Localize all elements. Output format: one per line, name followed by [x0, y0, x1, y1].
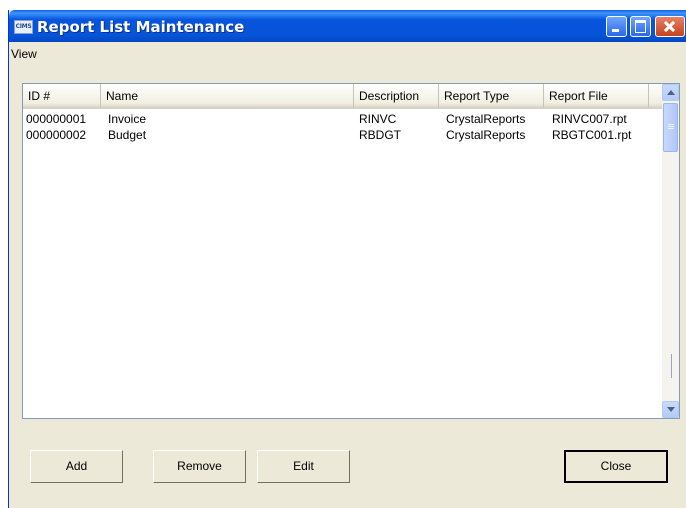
- cell-report-type: CrystalReports: [446, 128, 526, 142]
- list-header: ID # Name Description Report Type Report…: [23, 84, 663, 109]
- grip-line: [668, 126, 674, 127]
- close-button[interactable]: Close: [564, 450, 668, 483]
- maximize-button[interactable]: [630, 16, 651, 37]
- menu-bar: View: [9, 42, 686, 64]
- report-list-maintenance-window: CIMS Report List Maintenance View ID # N…: [8, 10, 686, 508]
- scroll-up-button[interactable]: [662, 84, 679, 101]
- remove-button[interactable]: Remove: [153, 450, 246, 483]
- report-list[interactable]: ID # Name Description Report Type Report…: [22, 83, 680, 419]
- title-bar[interactable]: CIMS Report List Maintenance: [9, 10, 686, 42]
- scroll-thumb[interactable]: [663, 103, 678, 152]
- column-header-description[interactable]: Description: [354, 84, 439, 108]
- minimize-button[interactable]: [606, 16, 627, 37]
- app-icon: CIMS: [14, 20, 33, 34]
- menu-view[interactable]: View: [11, 47, 37, 61]
- cell-report-file: RBGTC001.rpt: [552, 128, 632, 142]
- close-window-button[interactable]: [655, 16, 685, 37]
- chevron-down-icon: [667, 407, 675, 412]
- cell-name: Invoice: [108, 112, 147, 126]
- scroll-track-mark: [671, 354, 672, 378]
- edit-button[interactable]: Edit: [257, 450, 350, 483]
- column-header-report-file[interactable]: Report File: [544, 84, 649, 108]
- add-button[interactable]: Add: [30, 450, 123, 483]
- cell-report-type: CrystalReports: [446, 112, 526, 126]
- column-header-id[interactable]: ID #: [23, 84, 101, 108]
- vertical-scrollbar[interactable]: [662, 84, 679, 418]
- chevron-up-icon: [667, 90, 675, 95]
- cell-description: RBDGT: [359, 128, 401, 142]
- grip-line: [668, 128, 674, 129]
- cell-id: 000000002: [26, 128, 87, 142]
- table-row[interactable]: 000000002 Budget RBDGT CrystalReports RB…: [23, 127, 663, 143]
- window-title: Report List Maintenance: [37, 18, 245, 36]
- cell-description: RINVC: [359, 112, 397, 126]
- cell-id: 000000001: [26, 112, 87, 126]
- grip-line: [668, 124, 674, 125]
- scroll-down-button[interactable]: [662, 401, 679, 418]
- column-header-report-type[interactable]: Report Type: [439, 84, 544, 108]
- cell-name: Budget: [108, 128, 147, 142]
- column-header-name[interactable]: Name: [101, 84, 354, 108]
- table-row[interactable]: 000000001 Invoice RINVC CrystalReports R…: [23, 111, 663, 127]
- cell-report-file: RINVC007.rpt: [552, 112, 627, 126]
